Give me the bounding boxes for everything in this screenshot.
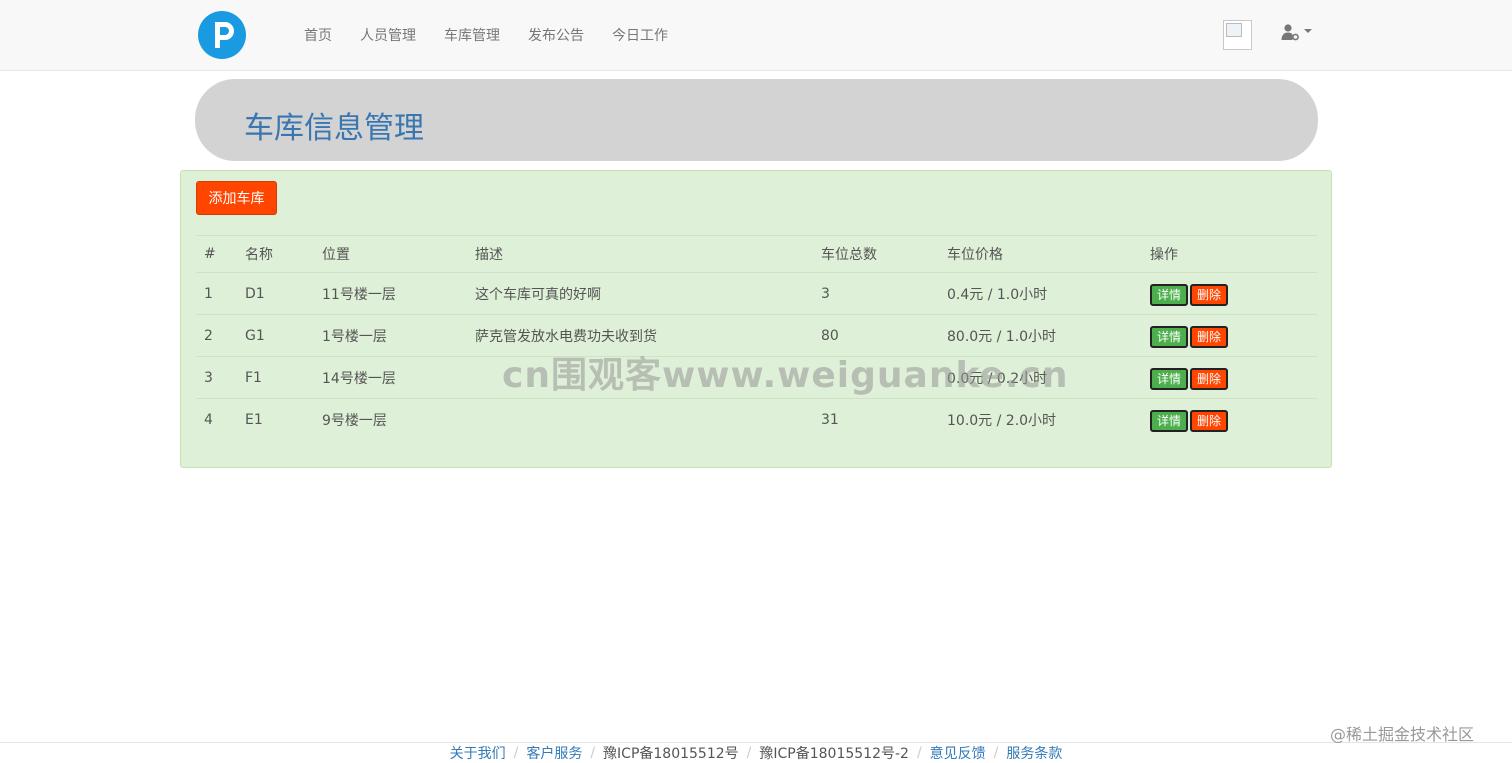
parking-logo-icon[interactable] [198, 11, 246, 59]
footer-separator: / [746, 745, 752, 761]
nav-item-announce[interactable]: 发布公告 [514, 25, 598, 45]
nav-item-home[interactable]: 首页 [290, 25, 346, 45]
cell-name: E1 [237, 398, 314, 440]
table-row: 2 G1 1号楼一层 萨克管发放水电费功夫收到货 80 80.0元 / 1.0小… [196, 314, 1317, 357]
footer-link-terms[interactable]: 服务条款 [1006, 743, 1062, 763]
cell-description [467, 398, 813, 440]
add-garage-button[interactable]: 添加车库 [196, 181, 277, 215]
cell-description: 萨克管发放水电费功夫收到货 [467, 314, 813, 357]
page-title: 车库信息管理 [244, 111, 424, 146]
cell-price: 0.4元 / 1.0小时 [939, 272, 1142, 315]
cell-description: 这个车库可真的好啊 [467, 272, 813, 315]
table-header-row: # 名称 位置 描述 车位总数 车位价格 操作 [196, 235, 1317, 273]
col-header-description: 描述 [467, 235, 813, 273]
cell-index: 1 [196, 272, 237, 315]
col-header-name: 名称 [237, 235, 314, 273]
cell-index: 3 [196, 356, 237, 399]
garage-panel: 添加车库 # 名称 位置 描述 车位总数 车位价格 操作 1 D1 11号楼一层… [180, 170, 1332, 468]
footer: 关于我们 / 客户服务 / 豫ICP备18015512号 / 豫ICP备1801… [0, 742, 1512, 763]
detail-button[interactable]: 详情 [1150, 367, 1189, 390]
cell-actions: 详情 删除 [1142, 398, 1317, 440]
footer-link-feedback[interactable]: 意见反馈 [930, 743, 986, 763]
footer-separator: / [916, 745, 922, 761]
cell-actions: 详情 删除 [1142, 272, 1317, 315]
top-navbar: 首页 人员管理 车库管理 发布公告 今日工作 [0, 0, 1512, 71]
cell-index: 2 [196, 314, 237, 357]
footer-separator: / [590, 745, 596, 761]
detail-button[interactable]: 详情 [1150, 325, 1189, 348]
delete-button[interactable]: 删除 [1190, 325, 1229, 348]
footer-icp-1: 豫ICP备18015512号 [603, 746, 739, 762]
cell-location: 11号楼一层 [314, 272, 467, 315]
detail-button[interactable]: 详情 [1150, 283, 1189, 306]
footer-icp-2: 豫ICP备18015512号-2 [759, 746, 909, 762]
cell-location: 1号楼一层 [314, 314, 467, 357]
delete-button[interactable]: 删除 [1190, 409, 1229, 432]
table-row: 4 E1 9号楼一层 31 10.0元 / 2.0小时 详情 删除 [196, 398, 1317, 440]
cell-name: F1 [237, 356, 314, 399]
col-header-total-spaces: 车位总数 [813, 235, 939, 273]
footer-link-service[interactable]: 客户服务 [526, 743, 582, 763]
cell-actions: 详情 删除 [1142, 356, 1317, 399]
cell-description [467, 356, 813, 399]
cell-name: D1 [237, 272, 314, 315]
footer-separator: / [993, 745, 999, 761]
cell-location: 14号楼一层 [314, 356, 467, 399]
cell-index: 4 [196, 398, 237, 440]
cell-price: 80.0元 / 1.0小时 [939, 314, 1142, 357]
garage-table: # 名称 位置 描述 车位总数 车位价格 操作 1 D1 11号楼一层 这个车库… [196, 235, 1317, 440]
cell-location: 9号楼一层 [314, 398, 467, 440]
nav-item-staff[interactable]: 人员管理 [346, 25, 430, 45]
nav-item-today[interactable]: 今日工作 [598, 25, 682, 45]
cell-total-spaces: 3 [813, 272, 939, 315]
cell-actions: 详情 删除 [1142, 314, 1317, 357]
delete-button[interactable]: 删除 [1190, 283, 1229, 306]
cell-total-spaces: 80 [813, 314, 939, 357]
footer-separator: / [513, 745, 519, 761]
nav-menu: 首页 人员管理 车库管理 发布公告 今日工作 [290, 0, 682, 70]
col-header-location: 位置 [314, 235, 467, 273]
corner-watermark: @稀土掘金技术社区 [1330, 725, 1475, 744]
col-header-price: 车位价格 [939, 235, 1142, 273]
footer-link-about[interactable]: 关于我们 [450, 743, 506, 763]
page-header-banner: 车库信息管理 [195, 79, 1318, 161]
cell-price: 0.0元 / 0.2小时 [939, 356, 1142, 399]
nav-item-garage[interactable]: 车库管理 [430, 25, 514, 45]
user-settings-icon [1281, 24, 1299, 41]
detail-button[interactable]: 详情 [1150, 409, 1189, 432]
broken-image-icon[interactable] [1223, 20, 1252, 50]
user-dropdown-toggle[interactable] [1281, 21, 1315, 45]
cell-name: G1 [237, 314, 314, 357]
cell-price: 10.0元 / 2.0小时 [939, 398, 1142, 440]
chevron-down-icon [1304, 29, 1312, 33]
col-header-actions: 操作 [1142, 235, 1317, 273]
col-header-index: # [196, 235, 237, 273]
table-row: 1 D1 11号楼一层 这个车库可真的好啊 3 0.4元 / 1.0小时 详情删… [196, 272, 1317, 315]
cell-total-spaces: 31 [813, 398, 939, 440]
delete-button[interactable]: 删除 [1190, 367, 1229, 390]
table-row: 3 F1 14号楼一层 0.0元 / 0.2小时 详情 删除 [196, 356, 1317, 399]
cell-total-spaces [813, 356, 939, 399]
